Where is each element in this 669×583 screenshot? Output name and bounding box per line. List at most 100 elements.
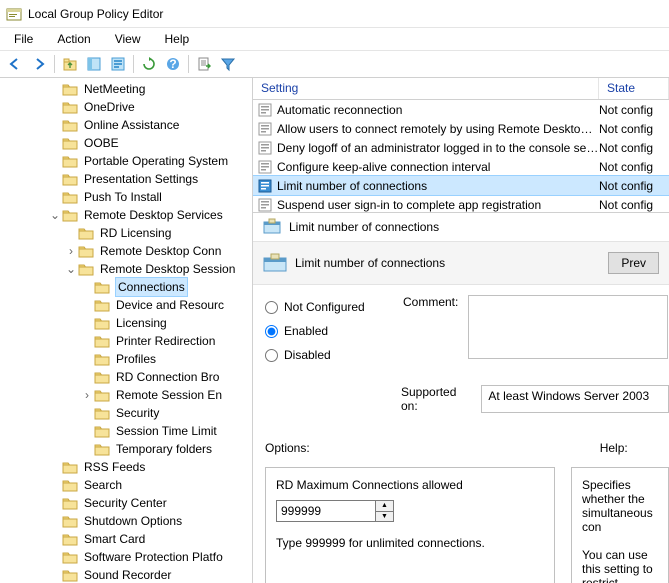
setting-text: Limit number of connections bbox=[277, 179, 599, 193]
tree-item[interactable]: ·Security Center bbox=[0, 494, 252, 512]
setting-row[interactable]: Limit number of connectionsNot config bbox=[253, 176, 669, 195]
comment-row: Comment: bbox=[403, 295, 668, 359]
toolbar-separator bbox=[188, 55, 189, 73]
col-setting[interactable]: Setting bbox=[253, 78, 599, 99]
tree-item[interactable]: ·Printer Redirection bbox=[0, 332, 252, 350]
tree-item[interactable]: ·RSS Feeds bbox=[0, 458, 252, 476]
tree-item[interactable]: ·Licensing bbox=[0, 314, 252, 332]
tree-item[interactable]: ·RD Licensing bbox=[0, 224, 252, 242]
up-button[interactable] bbox=[59, 53, 81, 75]
tree-item[interactable]: ·Session Time Limit bbox=[0, 422, 252, 440]
radio-enabled-input[interactable] bbox=[265, 325, 278, 338]
options-help-labels: Options: Help: bbox=[265, 441, 669, 455]
twisty-blank: · bbox=[80, 371, 94, 383]
tree-item[interactable]: ›Remote Session En bbox=[0, 386, 252, 404]
twisty-blank: · bbox=[48, 479, 62, 491]
tree-item-label: Smart Card bbox=[82, 530, 145, 548]
twisty-blank: · bbox=[48, 461, 62, 473]
setting-text: Allow users to connect remotely by using… bbox=[277, 122, 599, 136]
menu-file[interactable]: File bbox=[2, 30, 45, 48]
folder-icon bbox=[94, 298, 110, 312]
refresh-button[interactable] bbox=[138, 53, 160, 75]
tree-item[interactable]: ⌄ Remote Desktop Session bbox=[0, 260, 252, 278]
tree-item-label: Remote Desktop Session bbox=[98, 260, 235, 278]
tree-item-label: Presentation Settings bbox=[82, 170, 198, 188]
setting-state: Not config bbox=[599, 122, 669, 136]
twisty-blank: · bbox=[48, 497, 62, 509]
help-button[interactable]: ? bbox=[162, 53, 184, 75]
tree-item[interactable]: ·Shutdown Options bbox=[0, 512, 252, 530]
twisty-blank: · bbox=[80, 443, 94, 455]
tree-item-label: RD Connection Bro bbox=[114, 368, 219, 386]
radio-disabled-input[interactable] bbox=[265, 349, 278, 362]
tree-item[interactable]: ·NetMeeting bbox=[0, 80, 252, 98]
prev-setting-button[interactable]: Prev bbox=[608, 252, 659, 274]
twisty-blank: · bbox=[48, 137, 62, 149]
max-connections-input[interactable] bbox=[276, 500, 376, 522]
supported-textbox: At least Windows Server 2003 bbox=[481, 385, 669, 413]
tree-pane[interactable]: ·NetMeeting·OneDrive·Online Assistance·O… bbox=[0, 78, 253, 583]
radio-enabled-label: Enabled bbox=[284, 324, 328, 338]
setting-text: Automatic reconnection bbox=[277, 103, 599, 117]
help-label: Help: bbox=[600, 441, 628, 455]
help-panel: Specifies whether the simultaneous con Y… bbox=[571, 467, 669, 583]
twisty-blank: · bbox=[48, 515, 62, 527]
tree-item[interactable]: ·Connections bbox=[0, 278, 252, 296]
comment-textbox[interactable] bbox=[468, 295, 668, 359]
twisty-blank: · bbox=[48, 119, 62, 131]
tree-item[interactable]: ·OneDrive bbox=[0, 98, 252, 116]
radio-not-configured-input[interactable] bbox=[265, 301, 278, 314]
setting-row[interactable]: Configure keep-alive connection interval… bbox=[253, 157, 669, 176]
tree-item[interactable]: ›Remote Desktop Conn bbox=[0, 242, 252, 260]
folder-icon bbox=[62, 136, 78, 150]
setting-row[interactable]: Automatic reconnectionNot config bbox=[253, 100, 669, 119]
menu-view[interactable]: View bbox=[103, 30, 153, 48]
tree-item-label: NetMeeting bbox=[82, 80, 145, 98]
chevron-right-icon[interactable]: › bbox=[64, 245, 78, 257]
tree-item[interactable]: · RD Connection Bro bbox=[0, 368, 252, 386]
chevron-down-icon[interactable]: ⌄ bbox=[48, 209, 62, 221]
folder-icon bbox=[62, 100, 78, 114]
forward-button[interactable] bbox=[28, 53, 50, 75]
tree-item-label: Profiles bbox=[114, 350, 156, 368]
folder-icon bbox=[62, 154, 78, 168]
tree-item[interactable]: ·OOBE bbox=[0, 134, 252, 152]
tree-item[interactable]: ·Software Protection Platfo bbox=[0, 548, 252, 566]
option-field-label: RD Maximum Connections allowed bbox=[276, 478, 544, 492]
setting-text: Deny logoff of an administrator logged i… bbox=[277, 141, 599, 155]
tree-item[interactable]: ·Device and Resourc bbox=[0, 296, 252, 314]
radio-not-configured-label: Not Configured bbox=[284, 300, 365, 314]
tree-item[interactable]: ⌄ Remote Desktop Services bbox=[0, 206, 252, 224]
export-button[interactable] bbox=[193, 53, 215, 75]
tree-item[interactable]: ·Push To Install bbox=[0, 188, 252, 206]
tree-item[interactable]: ·Portable Operating System bbox=[0, 152, 252, 170]
tree-item-label: Temporary folders bbox=[114, 440, 212, 458]
menu-help[interactable]: Help bbox=[153, 30, 202, 48]
col-state[interactable]: State bbox=[599, 78, 669, 99]
tree-item[interactable]: ·Online Assistance bbox=[0, 116, 252, 134]
spinner-up[interactable]: ▲ bbox=[376, 501, 393, 512]
folder-icon bbox=[78, 226, 94, 240]
dialog-body: Not Configured Enabled Disabled Comment:… bbox=[253, 285, 669, 583]
tree-item[interactable]: · Profiles bbox=[0, 350, 252, 368]
show-hide-tree-button[interactable] bbox=[83, 53, 105, 75]
filter-button[interactable] bbox=[217, 53, 239, 75]
tree-item[interactable]: ·Sound Recorder bbox=[0, 566, 252, 583]
properties-button[interactable] bbox=[107, 53, 129, 75]
menu-action[interactable]: Action bbox=[45, 30, 102, 48]
tree-item[interactable]: ·Security bbox=[0, 404, 252, 422]
radio-disabled-label: Disabled bbox=[284, 348, 331, 362]
twisty-blank: · bbox=[80, 353, 94, 365]
chevron-right-icon[interactable]: › bbox=[80, 389, 94, 401]
back-button[interactable] bbox=[4, 53, 26, 75]
tree-item[interactable]: ·Search bbox=[0, 476, 252, 494]
tree-item[interactable]: · Temporary folders bbox=[0, 440, 252, 458]
setting-row[interactable]: Allow users to connect remotely by using… bbox=[253, 119, 669, 138]
tree-item[interactable]: ·Smart Card bbox=[0, 530, 252, 548]
spinner-down[interactable]: ▼ bbox=[376, 512, 393, 522]
tree-item-label: Remote Desktop Services bbox=[82, 206, 223, 224]
tree-item[interactable]: ·Presentation Settings bbox=[0, 170, 252, 188]
setting-row[interactable]: Deny logoff of an administrator logged i… bbox=[253, 138, 669, 157]
options-panel: RD Maximum Connections allowed ▲ ▼ Type … bbox=[265, 467, 555, 583]
chevron-down-icon[interactable]: ⌄ bbox=[64, 263, 78, 275]
